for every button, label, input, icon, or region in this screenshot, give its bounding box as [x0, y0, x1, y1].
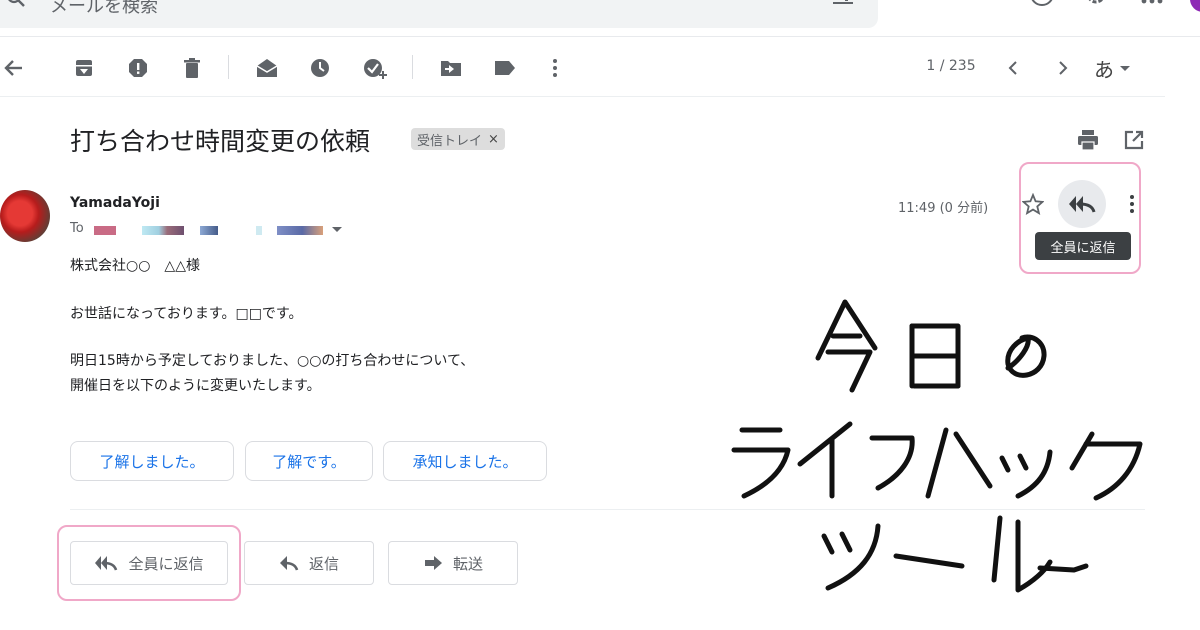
- settings-icon[interactable]: [1082, 0, 1110, 12]
- handwritten-char: [1005, 334, 1047, 378]
- mark-unread-icon[interactable]: [254, 56, 280, 80]
- toolbar-divider: [0, 96, 1165, 97]
- more-vert-icon[interactable]: [544, 56, 566, 80]
- handwritten-char: [909, 323, 961, 389]
- forward-button[interactable]: 転送: [388, 541, 518, 585]
- handwritten-overlay: [731, 299, 1143, 593]
- open-in-new-window-icon[interactable]: [1122, 128, 1146, 152]
- remove-label-icon[interactable]: ×: [488, 132, 499, 147]
- sender-avatar[interactable]: [0, 190, 50, 242]
- handwritten-char: [815, 299, 878, 393]
- add-to-tasks-icon[interactable]: [362, 56, 388, 80]
- dropdown-arrow-icon: [1120, 65, 1130, 71]
- redacted-recipient: [256, 226, 262, 235]
- header-divider: [0, 36, 1200, 37]
- handwritten-char: [869, 435, 915, 491]
- search-icon[interactable]: [4, 0, 28, 10]
- reply-button[interactable]: 返信: [244, 541, 374, 585]
- toolbar-separator: [228, 55, 229, 79]
- handwritten-char: [925, 427, 993, 499]
- reply-icon: [279, 555, 299, 571]
- smart-reply-chip[interactable]: 了解しました。: [70, 441, 234, 481]
- to-prefix: To: [70, 221, 84, 236]
- body-paragraph: お世話になっております。□□です。: [70, 306, 303, 322]
- reply-all-icon[interactable]: [1068, 192, 1096, 216]
- email-subject: 打ち合わせ時間変更の依頼: [70, 127, 371, 156]
- support-icon[interactable]: [1028, 0, 1056, 12]
- handwritten-char: [1069, 431, 1143, 501]
- redacted-recipient: [142, 226, 184, 235]
- body-paragraph: 明日15時から予定しておりました、○○の打ち合わせについて、: [70, 353, 475, 369]
- smart-reply-chip[interactable]: 承知しました。: [383, 441, 547, 481]
- older-chevron-icon[interactable]: [1052, 56, 1074, 80]
- reply-label: 返信: [308, 554, 339, 573]
- handwritten-char: [1037, 563, 1089, 573]
- redacted-recipient: [200, 226, 218, 235]
- search-input[interactable]: メールを検索: [50, 0, 158, 18]
- archive-icon[interactable]: [72, 56, 96, 80]
- redacted-recipient: [94, 226, 116, 235]
- email-timestamp: 11:49 (0 分前): [898, 201, 989, 216]
- input-tools-button[interactable]: あ: [1094, 54, 1142, 82]
- input-tools-label: あ: [1094, 57, 1114, 82]
- account-avatar[interactable]: [1190, 0, 1200, 12]
- body-greeting: 株式会社○○ △△様: [70, 258, 200, 274]
- back-arrow-icon[interactable]: [2, 56, 26, 80]
- report-spam-icon[interactable]: [126, 56, 150, 80]
- message-counter: 1 / 235: [926, 58, 976, 74]
- forward-label: 転送: [452, 554, 483, 573]
- reply-all-tooltip: 全員に返信: [1035, 232, 1131, 260]
- body-paragraph: 開催日を以下のように変更いたします。: [70, 378, 321, 394]
- delete-icon[interactable]: [180, 56, 204, 80]
- recipient-details-arrow-icon[interactable]: [332, 227, 342, 232]
- reply-all-button[interactable]: 全員に返信: [70, 541, 228, 585]
- handwritten-char: [821, 523, 881, 591]
- print-icon[interactable]: [1076, 128, 1100, 152]
- newer-chevron-icon[interactable]: [1002, 56, 1024, 80]
- reply-all-label: 全員に返信: [128, 554, 204, 573]
- label-icon[interactable]: [492, 56, 518, 80]
- reply-all-icon: [94, 555, 118, 571]
- inbox-label-text: 受信トレイ: [417, 133, 483, 149]
- redacted-recipient: [277, 226, 323, 235]
- forward-icon: [423, 555, 443, 571]
- toolbar-separator: [412, 55, 413, 79]
- recipient-line[interactable]: To: [70, 221, 84, 236]
- sender-name[interactable]: YamadaYoji: [70, 195, 160, 211]
- smart-reply-chip[interactable]: 了解です。: [245, 441, 373, 481]
- handwritten-char: [731, 427, 791, 499]
- search-options-icon[interactable]: [830, 0, 856, 8]
- handwritten-char: [991, 515, 1053, 593]
- handwritten-char: [797, 421, 853, 499]
- more-vert-icon[interactable]: [1122, 192, 1142, 216]
- inbox-label-chip[interactable]: 受信トレイ ×: [411, 128, 505, 150]
- move-to-icon[interactable]: [438, 56, 464, 80]
- handwritten-char: [893, 553, 965, 569]
- handwritten-char: [999, 449, 1053, 499]
- snooze-icon[interactable]: [308, 56, 332, 80]
- apps-icon[interactable]: [1140, 0, 1164, 8]
- star-icon[interactable]: [1021, 192, 1045, 216]
